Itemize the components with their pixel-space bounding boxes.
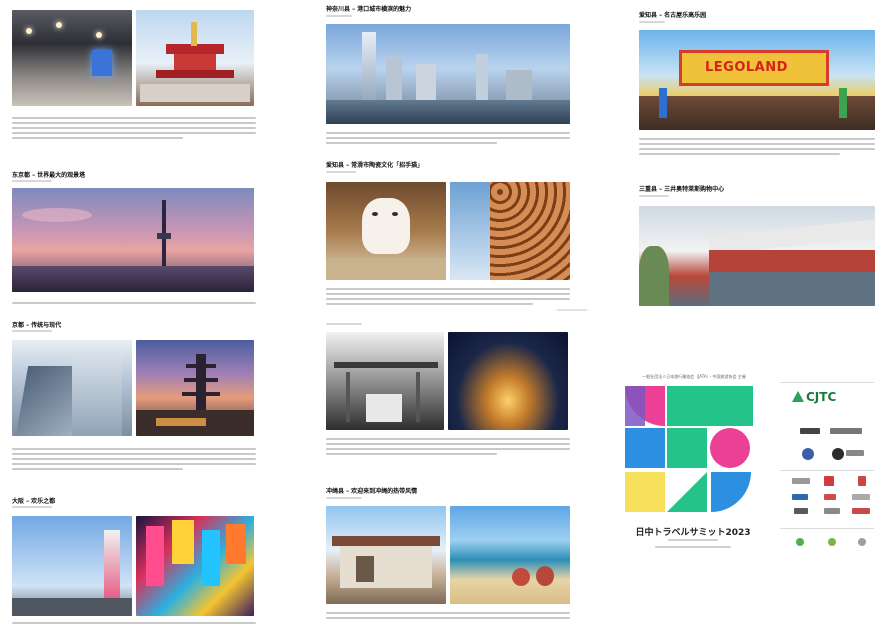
neon-street-photo bbox=[136, 516, 254, 616]
okinawa-house-photo bbox=[326, 506, 446, 604]
travel-summit-logo: 一般社団法人日本旅行業協会（JATA）・中国旅游协会 主催 日中トラベルサミット… bbox=[613, 374, 773, 574]
section-subtitle-mie bbox=[639, 195, 669, 200]
sponsor-logo bbox=[792, 494, 808, 500]
intro-paragraph bbox=[12, 117, 256, 142]
legoland-sign-text: LEGOLAND bbox=[705, 60, 788, 75]
shopping-mall-photo bbox=[12, 10, 132, 106]
summit-purple-block bbox=[625, 386, 645, 426]
section-subtitle-tokyo bbox=[12, 180, 52, 185]
summit-green-block bbox=[667, 386, 753, 426]
lucky-cat-photo bbox=[326, 182, 446, 280]
summit-date bbox=[613, 539, 773, 541]
sponsor-logo bbox=[846, 450, 864, 456]
section-title-kyoto: 京都 – 传统与现代 bbox=[12, 322, 62, 329]
legoland-paragraph bbox=[639, 138, 875, 158]
kyoto-paragraph bbox=[12, 448, 256, 473]
night-city-photo bbox=[448, 332, 568, 430]
sponsor-panel: CJTC bbox=[778, 378, 878, 568]
dotted-divider bbox=[557, 309, 587, 311]
tokoname-paragraph bbox=[326, 288, 570, 308]
section-title-okinawa: 冲绳县 – 欢迎来到冲绳的热带风情 bbox=[326, 488, 418, 495]
cjtc-text: CJTC bbox=[806, 390, 837, 404]
summit-green-triangle bbox=[667, 472, 707, 512]
gallery-interior-photo bbox=[326, 332, 444, 430]
kyoto-pagoda-photo bbox=[136, 340, 254, 436]
cjtc-mark-icon bbox=[792, 391, 804, 402]
yokohama-skyline-photo bbox=[326, 24, 570, 124]
section-subtitle-kyoto bbox=[12, 330, 52, 335]
sponsor-logo bbox=[800, 428, 820, 434]
summit-yellow-block bbox=[625, 472, 665, 512]
sponsor-logo bbox=[852, 508, 870, 514]
section-subtitle-tokoname bbox=[326, 171, 356, 176]
section-title-legoland: 爱知县 – 名古屋乐高乐园 bbox=[639, 12, 707, 19]
modern-building-photo bbox=[12, 340, 132, 436]
summit-pink-circle bbox=[710, 428, 750, 468]
summit-caption: 一般社団法人日本旅行業協会（JATA）・中国旅游协会 主催 bbox=[642, 374, 746, 379]
section-subtitle-yokohama bbox=[326, 15, 352, 20]
sponsor-logo bbox=[828, 538, 836, 546]
red-temple-photo bbox=[136, 10, 254, 106]
sponsor-logo bbox=[792, 478, 810, 484]
tokyo-paragraph bbox=[12, 302, 256, 307]
section-title-osaka: 大阪 – 欢乐之都 bbox=[12, 498, 56, 505]
section-subtitle-okinawa bbox=[326, 497, 362, 502]
sponsor-logo bbox=[858, 538, 866, 546]
section-subtitle-osaka bbox=[12, 506, 52, 511]
sponsor-logo bbox=[824, 476, 834, 486]
clay-pipe-wall-photo bbox=[450, 182, 570, 280]
gallery-paragraph bbox=[326, 438, 570, 458]
summit-green-square bbox=[667, 428, 707, 468]
summit-name: 日中トラベルサミット2023 bbox=[635, 528, 751, 538]
skytree-dusk-photo bbox=[12, 188, 254, 292]
sponsor-logo bbox=[794, 508, 808, 514]
sponsor-logo bbox=[830, 428, 862, 434]
okinawa-paragraph bbox=[326, 612, 570, 619]
sponsor-logo bbox=[796, 538, 804, 546]
legoland-entrance-photo: LEGOLAND bbox=[639, 30, 875, 130]
summit-blue-block bbox=[625, 428, 665, 468]
section-title-tokyo: 东京都 – 世界最大的观景塔 bbox=[12, 172, 86, 179]
summit-blue-half bbox=[711, 472, 751, 512]
osaka-tower-photo bbox=[12, 516, 132, 616]
sponsor-logo bbox=[802, 448, 814, 460]
section-subtitle-legoland bbox=[639, 21, 665, 26]
osaka-paragraph bbox=[12, 622, 256, 624]
section-title-tokoname: 爱知县 – 常滑市陶瓷文化「招手猫」 bbox=[326, 162, 424, 169]
sponsor-logo bbox=[858, 476, 866, 486]
section-subtitle-gallery bbox=[326, 323, 362, 328]
cjtc-logo: CJTC bbox=[792, 390, 836, 404]
summit-venue bbox=[613, 546, 773, 548]
yokohama-paragraph bbox=[326, 132, 570, 147]
section-title-yokohama: 神奈川县 – 港口城市横滨的魅力 bbox=[326, 6, 412, 13]
sponsor-logo bbox=[824, 508, 840, 514]
outlet-mall-photo bbox=[639, 206, 875, 306]
beach-photo bbox=[450, 506, 570, 604]
sponsor-logo bbox=[852, 494, 870, 500]
sponsor-logo bbox=[832, 448, 844, 460]
summit-graphic bbox=[625, 386, 753, 512]
section-title-mie: 三重县 – 三井奥特莱斯购物中心 bbox=[639, 186, 725, 193]
sponsor-logo bbox=[824, 494, 836, 500]
